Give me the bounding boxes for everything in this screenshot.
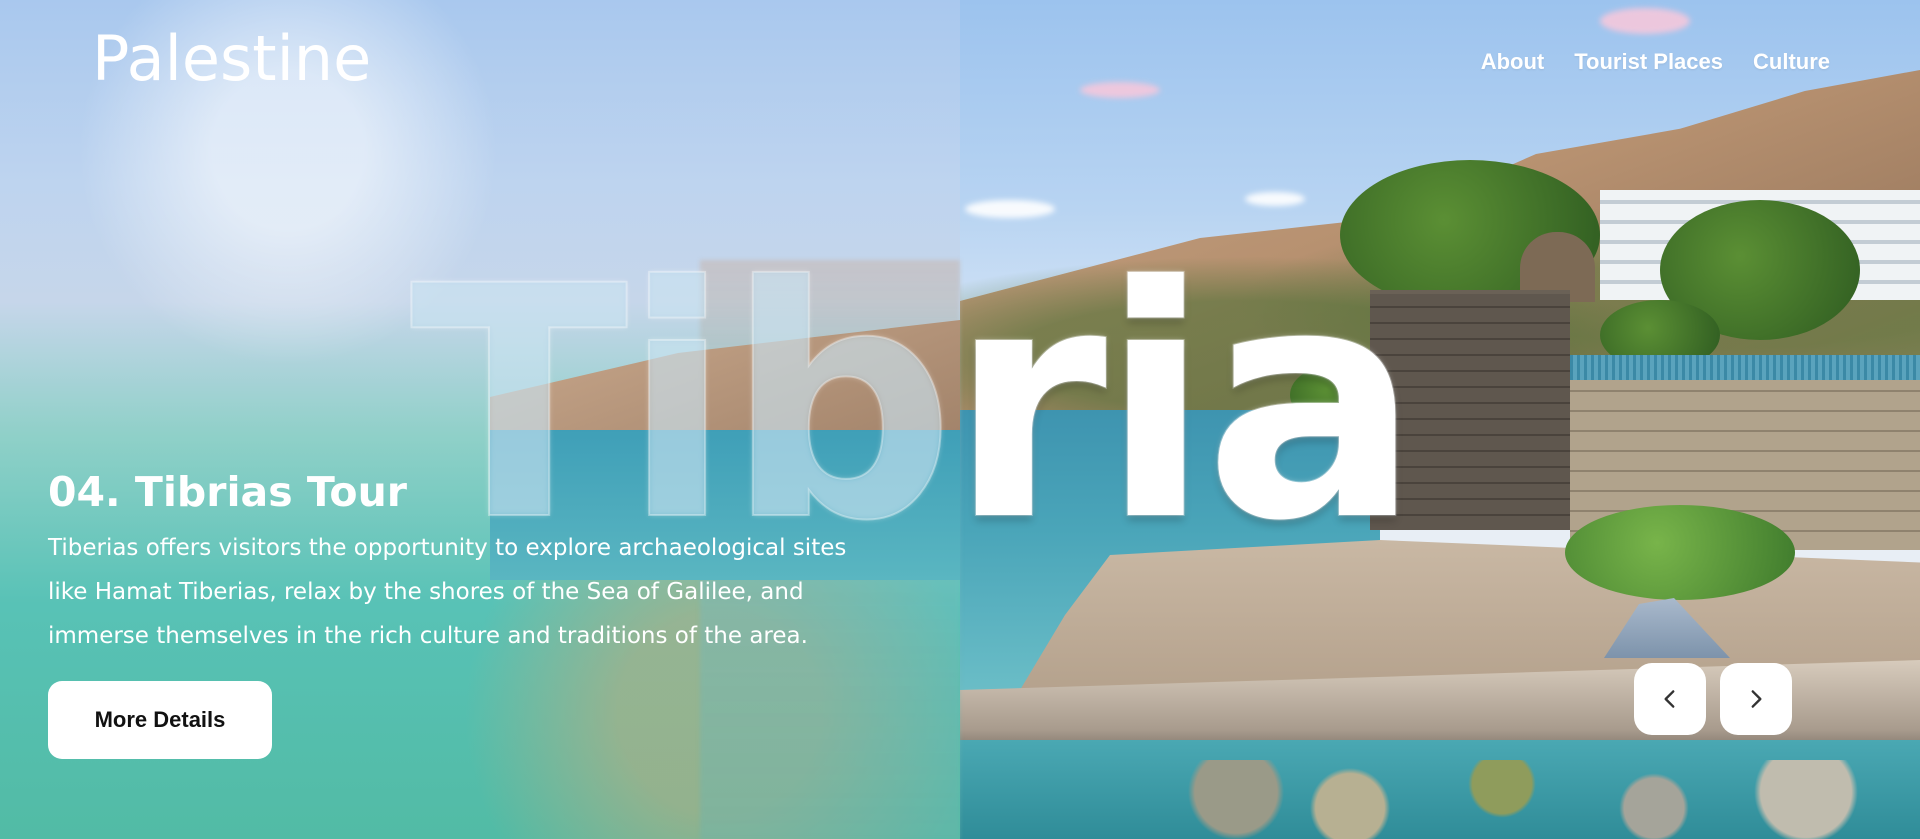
more-details-button[interactable]: More Details xyxy=(48,681,272,759)
nav-about[interactable]: About xyxy=(1481,49,1545,75)
rocks xyxy=(1160,760,1920,839)
cloud xyxy=(1600,8,1690,34)
main-nav: About Tourist Places Culture xyxy=(1481,49,1830,75)
bush xyxy=(1565,505,1795,600)
next-slide-button[interactable] xyxy=(1720,663,1792,735)
cloud xyxy=(1080,82,1160,98)
tour-title: 04. Tibrias Tour xyxy=(48,468,407,516)
tour-description: Tiberias offers visitors the opportunity… xyxy=(48,535,847,649)
nav-culture[interactable]: Culture xyxy=(1753,49,1830,75)
chevron-left-icon xyxy=(1664,690,1675,708)
tree xyxy=(1290,365,1380,425)
fence xyxy=(1570,355,1920,381)
site-logo[interactable]: Palestine xyxy=(92,22,371,95)
chevron-right-icon xyxy=(1751,690,1762,708)
stone-tower xyxy=(1370,290,1570,530)
previous-slide-button[interactable] xyxy=(1634,663,1706,735)
nav-tourist-places[interactable]: Tourist Places xyxy=(1574,49,1723,75)
